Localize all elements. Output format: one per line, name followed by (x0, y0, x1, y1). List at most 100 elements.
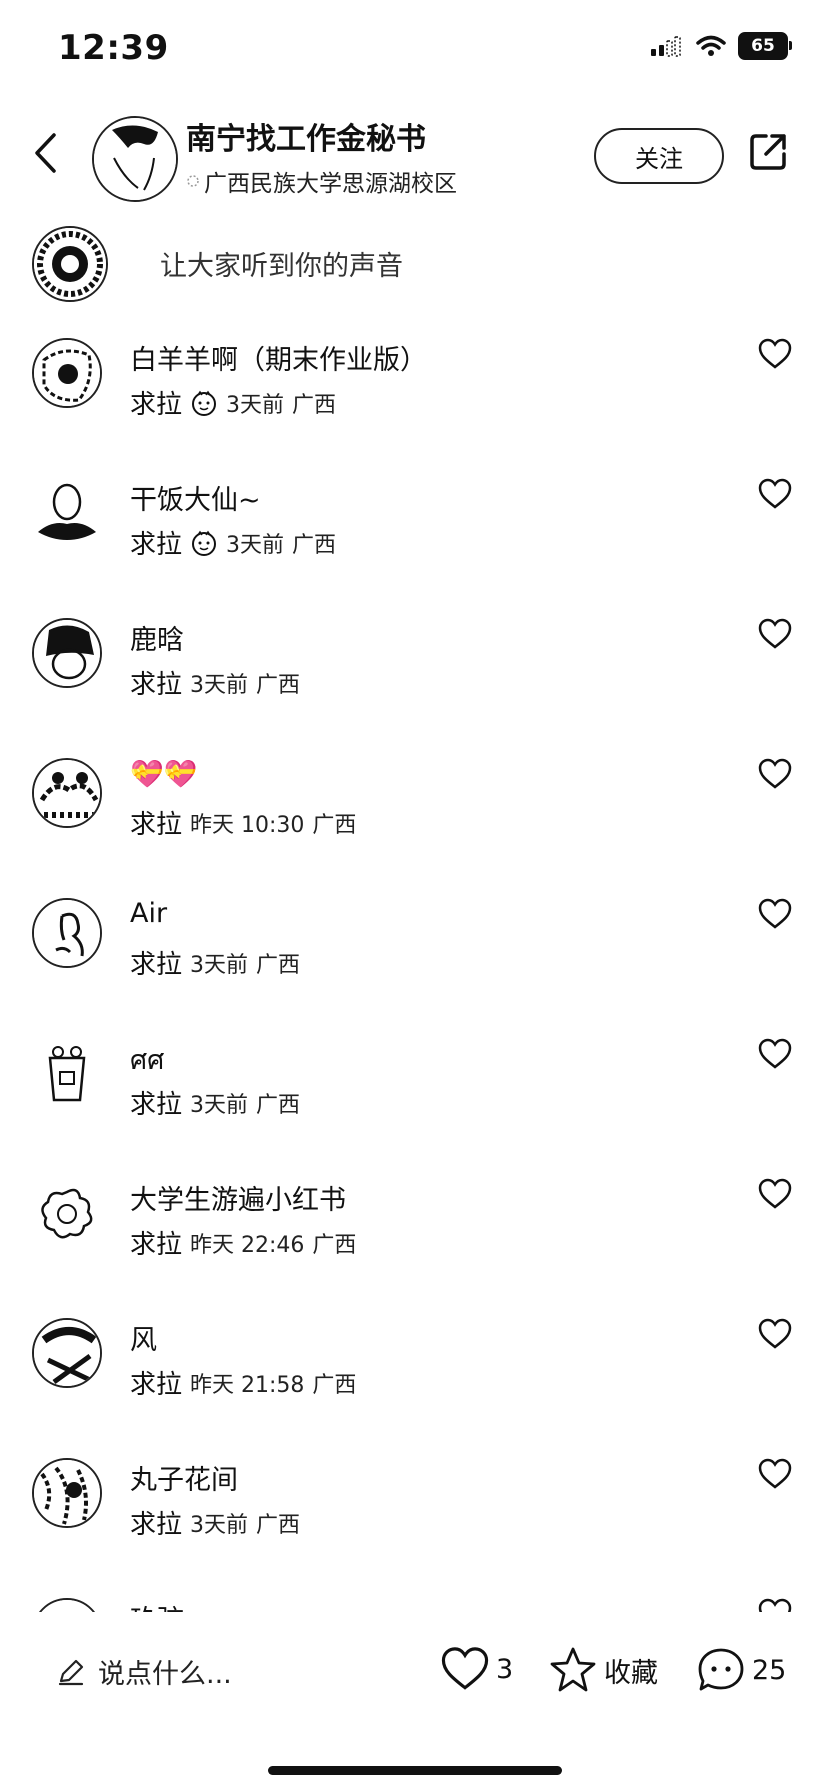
comment-item[interactable]: Air 求拉 3天前 广西 (0, 878, 828, 1018)
share-icon[interactable] (748, 132, 788, 172)
comment-meta: 求拉 昨天 21:58 广西 (130, 1364, 356, 1401)
wifi-icon (696, 35, 726, 56)
battery-icon: 65 (738, 32, 792, 60)
comment-time: 昨天 10:30 (190, 812, 305, 838)
comment-region: 广西 (292, 532, 337, 558)
comment-meta: 求拉 3天前 广西 (130, 664, 300, 701)
comments-button[interactable]: 25 (696, 1646, 786, 1694)
commenter-avatar[interactable] (32, 1318, 102, 1388)
commenter-name[interactable]: 大学生游遍小红书 (130, 1178, 346, 1217)
commenter-name[interactable]: Air (130, 898, 167, 929)
commenter-name[interactable]: 丸子花间 (130, 1458, 238, 1497)
commenter-avatar[interactable] (32, 758, 102, 828)
account-name[interactable]: 南宁找工作金秘书 (186, 114, 426, 158)
smile-emoji-icon (192, 390, 217, 416)
commenter-avatar[interactable] (32, 338, 102, 408)
heart-icon[interactable] (758, 1318, 792, 1350)
comment-item[interactable]: ศศ 求拉 3天前 广西 (0, 1018, 828, 1158)
heart-icon[interactable] (758, 478, 792, 510)
comment-text: 求拉 (130, 670, 183, 700)
comment-bubble-icon (698, 1648, 744, 1691)
smile-emoji-icon (192, 530, 217, 556)
comment-time: 3天前 (226, 392, 285, 418)
commenter-name[interactable]: 风 (130, 1318, 157, 1357)
comment-prompt[interactable]: 让大家听到你的声音 (160, 244, 403, 283)
heart-icon[interactable] (758, 898, 792, 930)
comment-item[interactable]: 风 求拉 昨天 21:58 广西 (0, 1298, 828, 1438)
comment-meta: 求拉 昨天 22:46 广西 (130, 1224, 356, 1261)
heart-icon[interactable] (758, 1038, 792, 1070)
commenter-avatar[interactable] (32, 1038, 102, 1108)
heart-icon[interactable] (758, 1178, 792, 1210)
back-arrow-icon[interactable] (32, 132, 58, 174)
commenter-name[interactable]: 干饭大仙~ (130, 478, 261, 517)
commenter-name[interactable]: ศศ (130, 1038, 164, 1081)
favorite-button[interactable]: 收藏 (548, 1646, 658, 1694)
comment-text: 求拉 (130, 1230, 183, 1260)
comment-text: 求拉 (130, 1510, 183, 1540)
comment-region: 广西 (312, 812, 357, 838)
comment-meta: 求拉 昨天 10:30 广西 (130, 804, 356, 841)
commenter-avatar[interactable] (32, 618, 102, 688)
heart-icon[interactable] (758, 618, 792, 650)
like-count: 3 (496, 1653, 514, 1685)
comment-region: 广西 (312, 1372, 357, 1398)
comment-meta: 求拉 3天前 广西 (130, 944, 300, 981)
comment-text: 求拉 (130, 390, 183, 420)
comment-item[interactable]: 鹿晗 求拉 3天前 广西 (0, 598, 828, 738)
location-dot-icon (187, 175, 199, 187)
comment-input[interactable]: 说点什么... (56, 1652, 232, 1691)
comment-text: 求拉 (130, 950, 183, 980)
comment-region: 广西 (312, 1232, 357, 1258)
commenter-name[interactable]: 玖弦 (130, 1598, 184, 1612)
heart-icon[interactable] (758, 338, 792, 370)
comment-time: 3天前 (190, 672, 249, 698)
comment-item[interactable]: 大学生游遍小红书 求拉 昨天 22:46 广西 (0, 1158, 828, 1298)
comment-region: 广西 (256, 672, 301, 698)
commenter-avatar[interactable] (32, 1598, 102, 1612)
comment-region: 广西 (292, 392, 337, 418)
comment-text: 求拉 (130, 1370, 183, 1400)
commenter-name[interactable]: 白羊羊啊（期末作业版） (130, 338, 427, 377)
comment-meta: 求拉 3天前 广西 (130, 524, 336, 561)
like-button[interactable]: 3 (440, 1646, 513, 1692)
comment-text: 求拉 (130, 1090, 183, 1120)
commenter-avatar[interactable] (32, 1458, 102, 1528)
commenter-avatar[interactable] (32, 898, 102, 968)
my-avatar (32, 226, 108, 302)
commenter-avatar[interactable] (32, 478, 102, 548)
comment-item[interactable]: 丸子花间 求拉 3天前 广西 (0, 1438, 828, 1578)
comment-time: 3天前 (226, 532, 285, 558)
comments-count: 25 (752, 1654, 787, 1686)
comment-region: 广西 (256, 1092, 301, 1118)
home-indicator[interactable] (268, 1766, 562, 1775)
comment-time: 昨天 22:46 (190, 1232, 305, 1258)
heart-icon[interactable] (758, 758, 792, 790)
account-location: 广西民族大学思源湖校区 (186, 164, 457, 198)
commenter-name[interactable]: 鹿晗 (130, 618, 184, 657)
comment-item[interactable]: 干饭大仙~ 求拉 3天前 广西 (0, 458, 828, 598)
comment-list: 白羊羊啊（期末作业版） 求拉 3天前 广西 干饭大仙~ 求拉 3天前 广西 鹿晗… (0, 318, 828, 1612)
heart-icon (441, 1647, 489, 1690)
comment-meta: 求拉 3天前 广西 (130, 1084, 300, 1121)
comment-item[interactable]: 💝💝 求拉 昨天 10:30 广西 (0, 738, 828, 878)
comment-text: 求拉 (130, 810, 183, 840)
heart-icon[interactable] (758, 1598, 792, 1612)
follow-button[interactable]: 关注 (594, 128, 724, 184)
commenter-name[interactable]: 💝💝 (130, 758, 197, 790)
comment-item[interactable]: 白羊羊啊（期末作业版） 求拉 3天前 广西 (0, 318, 828, 458)
commenter-avatar[interactable] (32, 1178, 102, 1248)
comment-time: 3天前 (190, 952, 249, 978)
heart-icon[interactable] (758, 1458, 792, 1490)
comment-time: 3天前 (190, 1512, 249, 1538)
comment-region: 广西 (256, 1512, 301, 1538)
comment-region: 广西 (256, 952, 301, 978)
comment-meta: 求拉 3天前 广西 (130, 384, 336, 421)
location-text: 广西民族大学思源湖校区 (204, 171, 457, 197)
star-icon (550, 1647, 596, 1692)
comment-time: 昨天 21:58 (190, 1372, 305, 1398)
account-avatar[interactable] (92, 116, 178, 202)
status-icons: 65 (650, 32, 792, 60)
comment-time: 3天前 (190, 1092, 249, 1118)
comment-item[interactable]: 玖弦 (0, 1578, 828, 1612)
